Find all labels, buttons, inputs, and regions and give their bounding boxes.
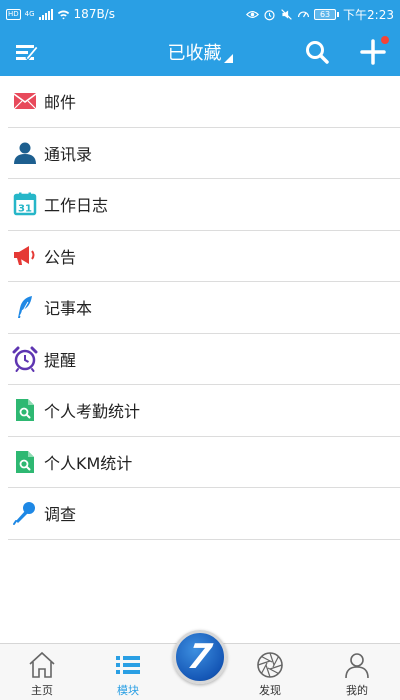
contacts-icon [12, 140, 38, 166]
network-speed: 187B/s [73, 7, 115, 21]
notification-dot [381, 36, 389, 44]
tab-label: 我的 [346, 684, 368, 697]
svg-text:31: 31 [18, 204, 32, 215]
doc-search-icon [12, 449, 38, 475]
list-icon [116, 656, 140, 674]
calendar-icon: 31 [12, 191, 38, 217]
doc-search-icon [12, 397, 38, 423]
speed-gauge-icon [298, 11, 310, 17]
list-item-label: 工作日志 [44, 196, 109, 216]
edit-menu-icon[interactable] [12, 38, 40, 66]
status-left: HD 4G 187B/s [6, 7, 115, 21]
signal-bars-icon [38, 8, 53, 20]
list-item-attendance-stats[interactable]: 个人考勤统计 [8, 385, 400, 437]
megaphone-icon [12, 243, 38, 269]
list-item-announcement[interactable]: 公告 [8, 231, 400, 282]
battery-level: 63 [314, 8, 337, 20]
home-icon [29, 651, 55, 678]
microphone-icon [12, 500, 38, 526]
tab-label: 模块 [117, 684, 139, 697]
alarm-clock-icon [12, 346, 38, 372]
title-dropdown[interactable]: 已收藏 [168, 39, 233, 65]
tab-modules[interactable]: 模块 [98, 644, 158, 700]
list-item-km-stats[interactable]: 个人KM统计 [8, 437, 400, 488]
tab-home[interactable]: 主页 [12, 644, 72, 700]
list-item-contacts[interactable]: 通讯录 [8, 128, 400, 179]
title-wrap: 已收藏 [0, 28, 400, 76]
list-item-label: 公告 [44, 247, 77, 267]
aperture-icon [257, 652, 283, 678]
list-item-mail[interactable]: 邮件 [8, 76, 400, 128]
tab-discover[interactable]: 发现 [240, 644, 300, 700]
clock: 下午2:23 [343, 7, 394, 22]
list-item-label: 记事本 [44, 299, 93, 319]
add-button[interactable] [357, 36, 389, 68]
mute-icon [281, 8, 292, 20]
list-item-work-log[interactable]: 31 工作日志 [8, 179, 400, 231]
user-icon [345, 653, 369, 679]
tab-mine[interactable]: 我的 [327, 644, 387, 700]
page-title: 已收藏 [167, 43, 222, 64]
battery-icon: 63 [314, 8, 340, 20]
app-bar: 已收藏 [0, 28, 400, 76]
list-item-survey[interactable]: 调查 [8, 488, 400, 540]
list-item-label: 调查 [44, 505, 77, 525]
eye-icon [246, 10, 260, 18]
list-item-notepad[interactable]: 记事本 [8, 282, 400, 334]
feather-icon [12, 294, 38, 320]
tab-label: 发现 [259, 684, 281, 697]
list-item-label: 个人考勤统计 [44, 402, 141, 422]
list-item-label: 邮件 [44, 93, 77, 113]
list-item-label: 个人KM统计 [44, 453, 133, 473]
signal-type: 4G [24, 9, 35, 18]
list-item-label: 通讯录 [44, 144, 93, 164]
hd-badge: HD [6, 8, 21, 20]
search-icon[interactable] [303, 38, 331, 66]
list-item-reminder[interactable]: 提醒 [8, 334, 400, 385]
center-seven-button[interactable]: 7 [173, 630, 227, 684]
mail-icon [12, 88, 38, 114]
center-number: 7 [185, 637, 215, 677]
dropdown-triangle-icon [223, 54, 233, 63]
status-right: 63 下午2:23 [246, 6, 394, 23]
tab-label: 主页 [31, 684, 53, 697]
alarm-status-icon [264, 9, 275, 20]
status-bar: HD 4G 187B/s 63 下午2:23 [0, 0, 400, 28]
wifi-icon [57, 10, 69, 19]
favorites-list: 邮件 通讯录 31 工作日志 公告 记事本 提醒 个人考勤统计 个人KM统计 调… [0, 76, 400, 540]
list-item-label: 提醒 [44, 350, 77, 370]
